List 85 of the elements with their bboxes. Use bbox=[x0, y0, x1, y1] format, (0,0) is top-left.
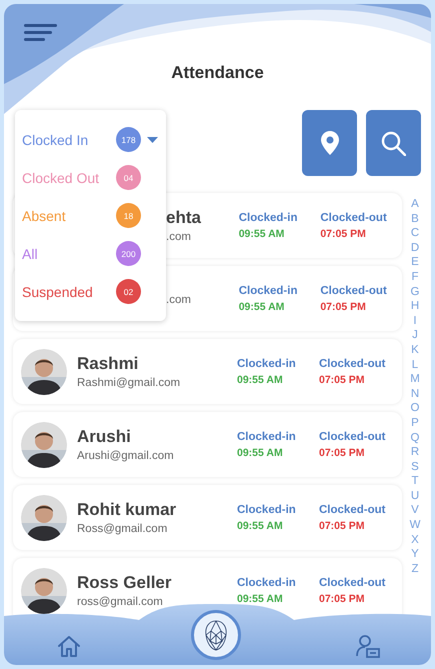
clock-in-label: Clocked-in bbox=[237, 504, 297, 516]
clock-in-label: Clocked-in bbox=[237, 576, 297, 588]
index-letter[interactable]: B bbox=[411, 212, 419, 226]
clock-in-label: Clocked-in bbox=[237, 430, 297, 442]
employee-email: Ross@gmail.com bbox=[77, 523, 168, 535]
clock-out-time: 07:05 PM bbox=[320, 228, 367, 240]
option-label: Absent bbox=[22, 208, 67, 224]
clock-in-time: 09:55 AM bbox=[238, 300, 286, 312]
index-letter[interactable]: E bbox=[411, 255, 419, 270]
page-title: Attendance bbox=[170, 63, 265, 83]
clock-out-time: 07:05 PM bbox=[319, 592, 366, 604]
employee-email: Arushi@gmail.com bbox=[77, 450, 175, 462]
count-badge: 178 bbox=[116, 127, 141, 152]
option-label: All bbox=[22, 246, 39, 262]
employee-email: Rashmi@gmail.com bbox=[77, 377, 182, 389]
employee-email: ross@gmail.com bbox=[77, 596, 164, 608]
clock-out-label: Clocked-out bbox=[319, 430, 386, 442]
clock-out-time: 07:05 PM bbox=[319, 374, 366, 386]
search-icon bbox=[381, 130, 406, 156]
location-button[interactable] bbox=[302, 110, 357, 176]
clock-in-time: 09:55 AM bbox=[237, 520, 284, 532]
count-badge: 04 bbox=[116, 165, 141, 190]
index-letter[interactable]: J bbox=[412, 328, 418, 343]
index-letter[interactable]: A bbox=[411, 197, 419, 212]
index-letter[interactable]: Y bbox=[411, 547, 419, 562]
employee-name: Rohit kumar bbox=[77, 500, 178, 520]
clock-in-label: Clocked-in bbox=[238, 284, 298, 296]
map-pin-icon bbox=[320, 130, 338, 156]
employee-email: .com bbox=[166, 231, 192, 243]
index-letter[interactable]: R bbox=[410, 445, 420, 460]
filter-option[interactable]: All 200 bbox=[22, 240, 166, 266]
clock-in-time: 09:55 AM bbox=[238, 228, 286, 240]
employee-name: Rashmi bbox=[77, 354, 140, 374]
clock-out-label: Clocked-out bbox=[319, 504, 386, 516]
clock-in-time: 09:55 AM bbox=[237, 374, 284, 386]
filter-option[interactable]: Clocked Out 04 bbox=[22, 164, 166, 190]
index-letter[interactable]: M bbox=[410, 372, 420, 387]
clock-in-label: Clocked-in bbox=[237, 358, 297, 370]
index-letter[interactable]: F bbox=[411, 270, 419, 285]
index-letter[interactable]: I bbox=[413, 314, 417, 328]
index-letter[interactable]: P bbox=[411, 416, 419, 430]
index-letter[interactable]: U bbox=[410, 488, 420, 504]
employee-email: .com bbox=[166, 294, 192, 306]
filter-option[interactable]: Suspended 02 bbox=[22, 278, 166, 304]
index-letter[interactable]: O bbox=[410, 401, 420, 416]
clock-in-label: Clocked-in bbox=[238, 212, 298, 224]
profile-icon[interactable] bbox=[356, 634, 380, 658]
clock-out-time: 07:05 PM bbox=[319, 446, 366, 458]
clock-in-time: 09:55 AM bbox=[237, 446, 284, 458]
caret-icon bbox=[147, 136, 158, 142]
index-letter[interactable]: G bbox=[410, 284, 420, 300]
count-badge: 18 bbox=[116, 203, 141, 228]
filter-option[interactable]: Clocked In 178 bbox=[22, 126, 166, 152]
index-letter[interactable]: W bbox=[410, 518, 420, 533]
clock-in-time: 09:55 AM bbox=[237, 592, 284, 604]
index-letter[interactable]: D bbox=[410, 240, 420, 256]
count-badge: 02 bbox=[116, 279, 141, 304]
index-letter[interactable]: H bbox=[410, 299, 420, 314]
menu-icon[interactable] bbox=[24, 24, 57, 41]
index-letter[interactable]: Z bbox=[411, 562, 419, 576]
count-badge: 200 bbox=[116, 241, 141, 266]
index-letter[interactable]: V bbox=[411, 503, 419, 518]
search-button[interactable] bbox=[366, 110, 421, 176]
clock-out-label: Clocked-out bbox=[319, 358, 386, 370]
employee-name: Arushi bbox=[77, 427, 132, 447]
option-label: Clocked Out bbox=[22, 170, 100, 186]
index-letter[interactable]: S bbox=[411, 460, 419, 474]
index-letter[interactable]: N bbox=[410, 386, 420, 402]
home-icon[interactable] bbox=[57, 635, 81, 658]
clock-out-label: Clocked-out bbox=[320, 212, 388, 224]
clock-out-label: Clocked-out bbox=[320, 284, 388, 296]
clock-out-time: 07:05 PM bbox=[320, 300, 367, 312]
employee-name: Ross Geller bbox=[77, 573, 172, 593]
filter-option[interactable]: Absent 18 bbox=[22, 202, 166, 228]
index-letter[interactable]: K bbox=[411, 342, 419, 358]
index-letter[interactable]: C bbox=[410, 226, 420, 241]
index-letter[interactable]: L bbox=[412, 358, 418, 372]
clock-out-time: 07:05 PM bbox=[319, 520, 366, 532]
index-letter[interactable]: X bbox=[411, 532, 419, 548]
employee-name: ehta bbox=[166, 208, 202, 228]
option-label: Suspended bbox=[22, 284, 94, 300]
index-letter[interactable]: Q bbox=[410, 430, 420, 446]
option-label: Clocked In bbox=[22, 132, 90, 148]
clock-out-label: Clocked-out bbox=[319, 576, 386, 588]
index-letter[interactable]: T bbox=[411, 474, 419, 489]
